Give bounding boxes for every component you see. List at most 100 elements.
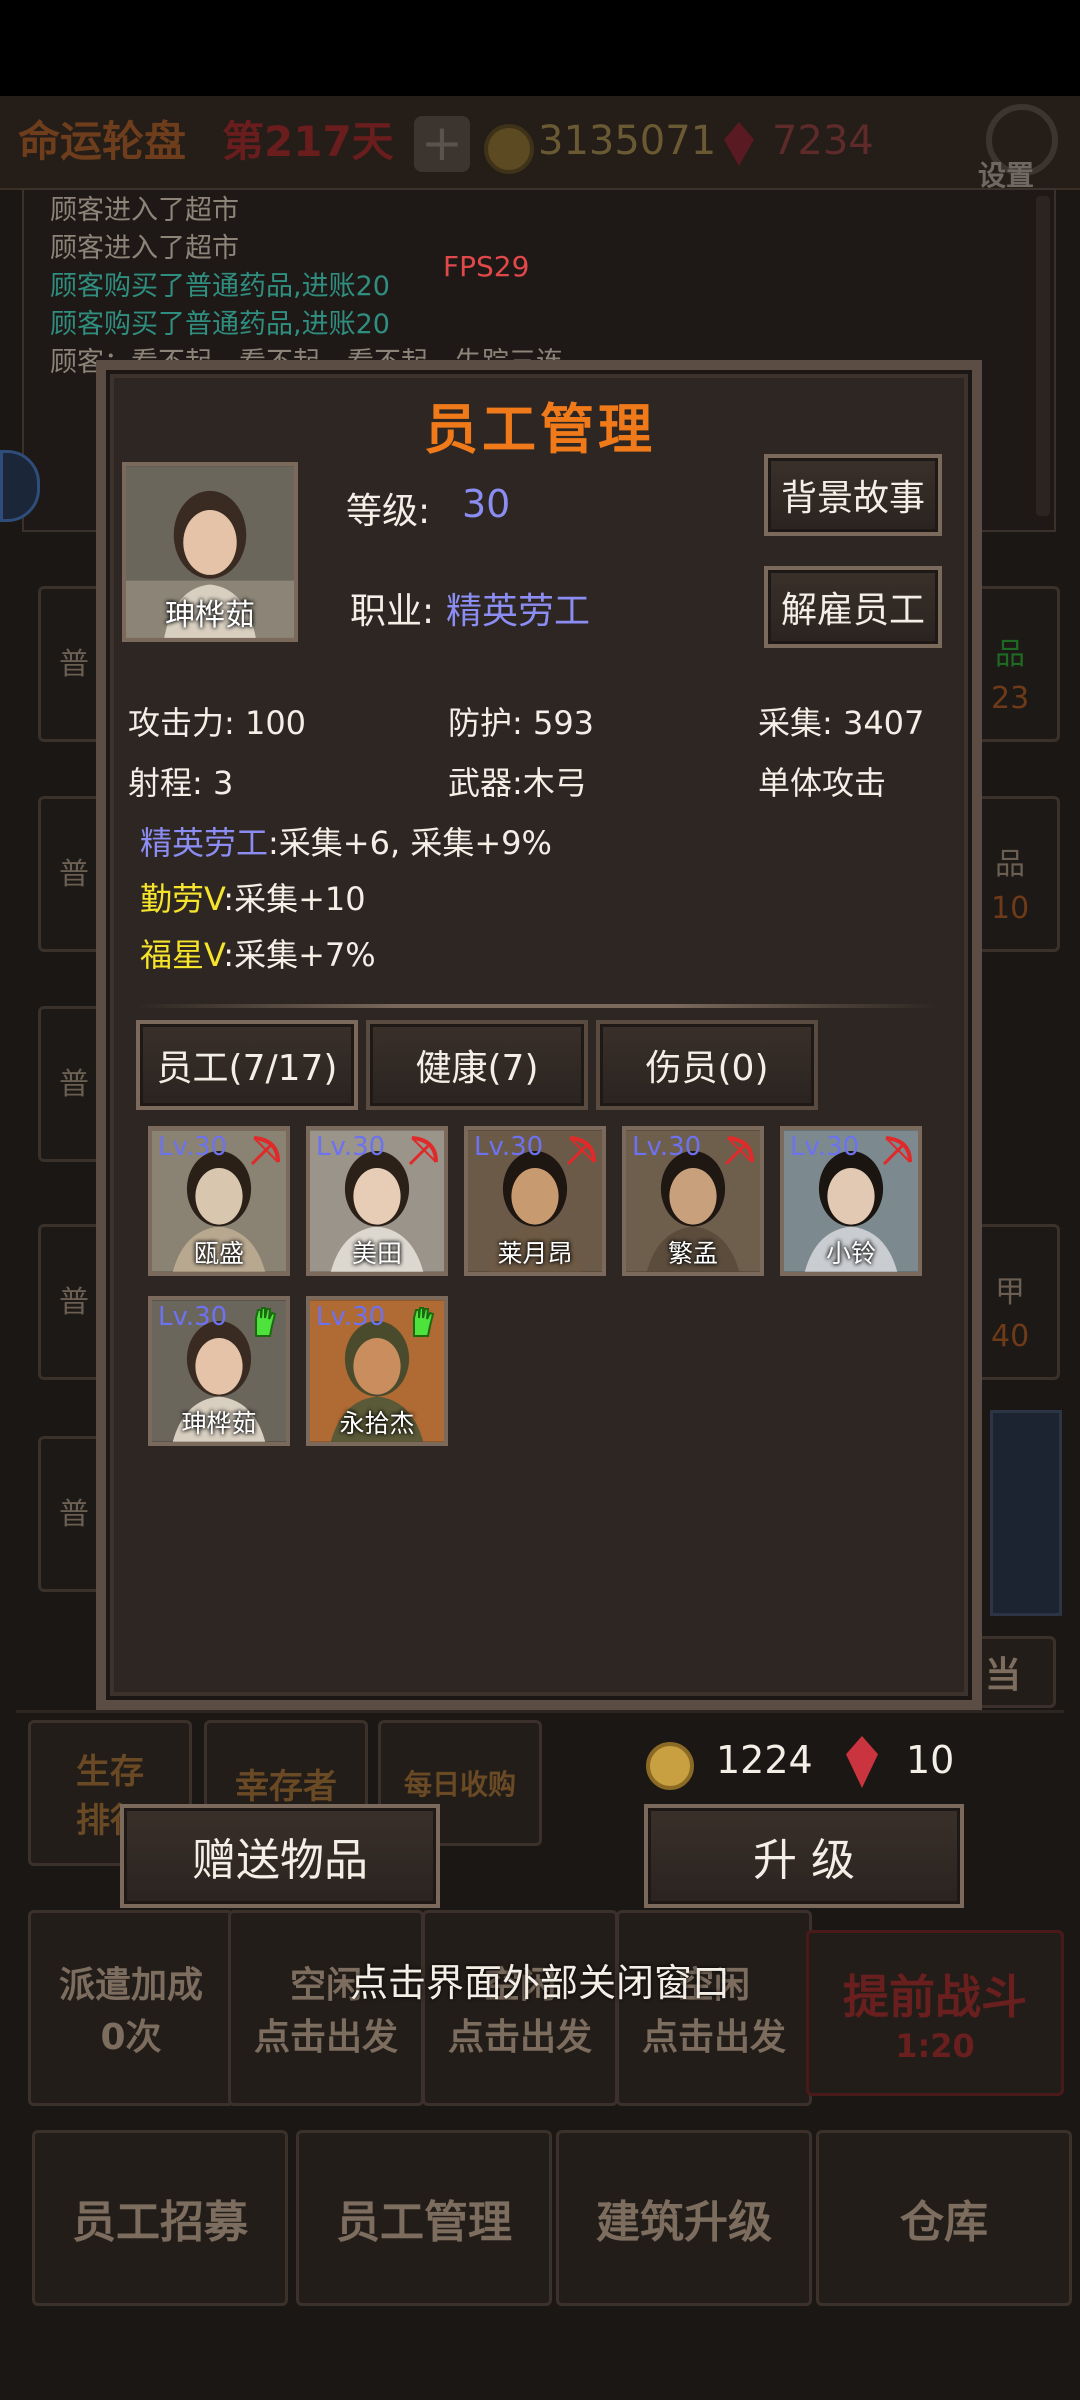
tab-injured[interactable]: 伤员(0)	[596, 1020, 818, 1110]
tab-healthy[interactable]: 健康(7)	[366, 1020, 588, 1110]
attack-stat: 攻击力: 100	[128, 704, 307, 742]
employee-name: 莱月昂	[497, 1239, 573, 1268]
log-line: 顾客购买了普通药品,进账20	[50, 271, 390, 302]
employee-card[interactable]: Lv.30 永拾杰	[306, 1296, 448, 1446]
right-cell[interactable]: 品 23	[970, 586, 1060, 742]
left-cell-label: 普	[59, 647, 89, 682]
employee-card[interactable]: Lv.30 繁孟	[622, 1126, 764, 1276]
gem-cost: 10	[906, 1738, 955, 1782]
job-value: 精英劳工	[446, 591, 591, 632]
log-line: 顾客进入了超市	[50, 233, 239, 264]
right-cell[interactable]: 甲 40	[970, 1224, 1060, 1380]
dispatch-slot-1[interactable]: 空闲 点击出发	[228, 1910, 424, 2106]
right-cell-value: 23	[991, 681, 1030, 716]
log-scrollbar[interactable]	[1036, 196, 1050, 516]
tab-healthy-label: 健康(7)	[415, 1048, 539, 1089]
bow-icon	[564, 1134, 598, 1168]
trait-effect: :采集+7%	[223, 936, 376, 974]
day-counter: 第217天	[222, 117, 394, 166]
upgrade-button[interactable]: 升 级	[644, 1804, 964, 1908]
backstory-button[interactable]: 背景故事	[764, 454, 942, 536]
glove-icon	[248, 1304, 282, 1338]
gem-total: 7234	[772, 118, 874, 164]
employee-name: 瓯盛	[193, 1239, 244, 1268]
nav-staff[interactable]: 员工管理	[296, 2130, 552, 2306]
selected-employee-portrait: 珅桦茹	[122, 462, 298, 642]
trait-diligent: 勤劳V:采集+10	[140, 874, 366, 920]
log-line: 顾客购买了普通药品,进账20	[50, 309, 390, 340]
separator	[16, 1710, 1064, 1713]
nav-storage-label: 仓库	[900, 2197, 988, 2248]
right-cell[interactable]: 品 10	[970, 796, 1060, 952]
range-stat: 射程: 3	[128, 764, 234, 802]
coin-total: 3135071	[538, 118, 717, 164]
dispatch-slot-3[interactable]: 空闲 点击出发	[616, 1910, 812, 2106]
weapon-stat: 武器:木弓	[448, 764, 587, 802]
employee-card[interactable]: Lv.30 小铃	[780, 1126, 922, 1276]
tab-injured-label: 伤员(0)	[645, 1048, 769, 1089]
dialog-title: 员工管理	[424, 398, 656, 461]
right-cell-label: 品	[995, 847, 1025, 882]
slot-go: 点击出发	[641, 2017, 786, 2058]
tab-employees-label: 员工(7/17)	[156, 1048, 338, 1089]
gold-cost: 1224	[716, 1738, 813, 1782]
slot-go: 点击出发	[253, 2017, 398, 2058]
daily-purchase-label: 每日收购	[403, 1768, 516, 1801]
defense-stat: 防护: 593	[448, 704, 595, 742]
trait-name: 精英劳工	[140, 824, 269, 862]
right-cell-value: 10	[991, 891, 1030, 926]
employee-level: Lv.30	[316, 1302, 386, 1332]
add-icon[interactable]: +	[414, 116, 470, 172]
employee-level: Lv.30	[158, 1132, 228, 1162]
nav-build-label: 建筑升级	[596, 2197, 772, 2248]
gem-icon	[724, 122, 754, 166]
employee-card[interactable]: Lv.30 莱月昂	[464, 1126, 606, 1276]
backstory-label: 背景故事	[780, 478, 925, 519]
selected-employee-name: 珅桦茹	[165, 598, 255, 633]
gold-coin-icon	[646, 1742, 694, 1790]
employee-card[interactable]: Lv.30 珅桦茹	[148, 1296, 290, 1446]
left-cell-label: 普	[59, 1497, 89, 1532]
nav-recruit-label: 员工招募	[72, 2197, 248, 2248]
shop-label: 当	[984, 1655, 1021, 1696]
dispatch-bonus: 派遣加成 0次	[28, 1910, 234, 2106]
trait-elite: 精英劳工:采集+6, 采集+9%	[140, 818, 552, 864]
top-bar: 命运轮盘 第217天 + 3135071 7234 设置	[0, 96, 1080, 192]
battle-timer: 1:20	[895, 2027, 975, 2065]
employee-card[interactable]: Lv.30 瓯盛	[148, 1126, 290, 1276]
game-title: 命运轮盘	[18, 117, 187, 166]
close-hint: 点击界面外部关闭窗口	[349, 1961, 730, 2005]
level-value: 30	[462, 482, 511, 526]
job-label: 职业:	[350, 591, 435, 632]
employee-level: Lv.30	[316, 1132, 386, 1162]
trait-effect: :采集+10	[223, 880, 366, 918]
trait-lucky: 福星V:采集+7%	[140, 930, 376, 976]
trait-name: 勤劳V	[140, 880, 224, 918]
gift-item-button[interactable]: 赠送物品	[120, 1804, 440, 1908]
employee-card[interactable]: Lv.30 美田	[306, 1126, 448, 1276]
fire-employee-button[interactable]: 解雇员工	[764, 566, 942, 648]
fire-label: 解雇员工	[780, 590, 925, 631]
right-cell-label: 甲	[995, 1275, 1025, 1310]
nav-build[interactable]: 建筑升级	[556, 2130, 812, 2306]
tab-employees[interactable]: 员工(7/17)	[136, 1020, 358, 1110]
nav-storage[interactable]: 仓库	[816, 2130, 1072, 2306]
gift-label: 赠送物品	[192, 1835, 368, 1886]
upgrade-label: 升 级	[753, 1835, 855, 1886]
employee-name: 小铃	[825, 1239, 876, 1268]
log-line: 顾客进入了超市	[50, 195, 239, 226]
right-cell-label: 品	[995, 637, 1025, 672]
level-label: 等级:	[346, 491, 431, 532]
trait-name: 福星V	[140, 936, 224, 974]
employee-level: Lv.30	[632, 1132, 702, 1162]
bow-icon	[722, 1134, 756, 1168]
employee-name: 美田	[351, 1239, 402, 1268]
dispatch-count: 0次	[100, 2017, 162, 2058]
employee-level: Lv.30	[474, 1132, 544, 1162]
gather-stat: 采集: 3407	[758, 704, 925, 742]
dispatch-slot-2[interactable]: 空闲 点击出发	[422, 1910, 618, 2106]
employee-name: 永拾杰	[339, 1409, 415, 1438]
left-cell-label: 普	[59, 857, 89, 892]
right-blue-panel	[990, 1410, 1062, 1616]
nav-recruit[interactable]: 员工招募	[32, 2130, 288, 2306]
